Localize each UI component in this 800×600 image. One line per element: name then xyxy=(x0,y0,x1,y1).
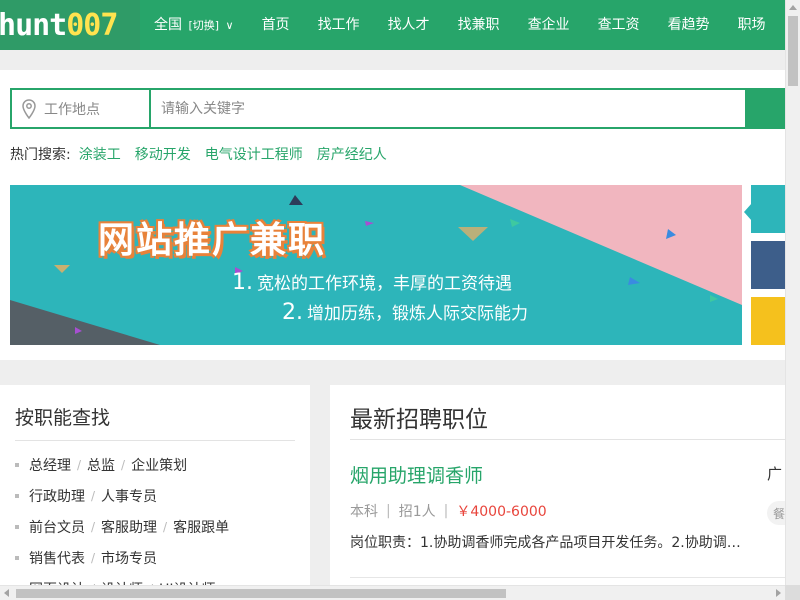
search-panel: 工作地点 热门搜索: 涂装工 移动开发 电气设计工程师 房产经纪人 网站推广兼职… xyxy=(0,70,785,360)
banner-thumbnails xyxy=(751,185,785,350)
banner-thumbnail[interactable] xyxy=(751,185,785,233)
location-field[interactable]: 工作地点 xyxy=(12,90,151,127)
hot-search-link[interactable]: 电气设计工程师 xyxy=(205,144,303,164)
category-link[interactable]: 客服助理 xyxy=(101,517,157,537)
location-placeholder: 工作地点 xyxy=(44,101,100,118)
job-meta: 本科 | 招1人 | ￥4000-6000 xyxy=(350,503,547,520)
job-company-location: 广 xyxy=(767,465,783,483)
banner-point-2: 2. 增加历练，锻炼人际交际能力 xyxy=(282,300,528,325)
city-label: 全国 xyxy=(154,16,182,33)
nav-item-part-time[interactable]: 找兼职 xyxy=(444,0,514,50)
site-logo[interactable]: hunt007 xyxy=(0,0,140,50)
vertical-scrollbar[interactable] xyxy=(785,0,800,585)
bullet-icon xyxy=(15,524,19,529)
city-switch-link[interactable]: [切换] xyxy=(188,19,219,32)
logo-text: hunt007 xyxy=(0,8,118,43)
nav-item-find-talent[interactable]: 找人才 xyxy=(374,0,444,50)
job-description: 岗位职责：1.协助调香师完成各产品项目开发任务。2.协助调香师完成各产品项目开发… xyxy=(350,535,750,551)
latest-jobs-panel: 最新招聘职位 烟用助理调香师 广 本科 | 招1人 | ￥4000-6000 餐… xyxy=(330,385,785,585)
search-button[interactable] xyxy=(747,88,785,129)
top-nav-bar: hunt007 全国 [切换] ∨ 首页 找工作 找人才 找兼职 查企业 查工资… xyxy=(0,0,786,50)
bullet-icon xyxy=(15,493,19,498)
job-salary: ￥4000-6000 xyxy=(456,504,547,520)
scrollbar-corner xyxy=(785,585,800,600)
category-row: 前台文员 / 客服助理 / 客服跟单 xyxy=(15,511,229,542)
category-panel: 按职能查找 总经理 / 总监 / 企业策划 行政助理 / 人事专员 前台文员 /… xyxy=(0,385,310,598)
category-row: 行政助理 / 人事专员 xyxy=(15,480,229,511)
scroll-right-icon[interactable] xyxy=(776,589,781,597)
nav-item-workplace[interactable]: 职场 xyxy=(724,0,780,50)
banner-point-1: 1. 宽松的工作环境，丰厚的工资待遇 xyxy=(232,270,512,295)
divider xyxy=(15,440,295,441)
scroll-left-icon[interactable] xyxy=(4,589,9,597)
job-education: 本科 xyxy=(350,504,378,520)
hot-search-link[interactable]: 移动开发 xyxy=(135,144,191,164)
horizontal-scroll-thumb[interactable] xyxy=(16,589,506,598)
search-box: 工作地点 xyxy=(10,88,747,129)
category-list: 总经理 / 总监 / 企业策划 行政助理 / 人事专员 前台文员 / 客服助理 … xyxy=(15,449,229,600)
nav-item-companies[interactable]: 查企业 xyxy=(514,0,584,50)
category-link[interactable]: 前台文员 xyxy=(29,517,85,537)
hot-searches-label: 热门搜索: xyxy=(10,147,71,163)
hot-search-link[interactable]: 涂装工 xyxy=(79,144,121,164)
city-selector[interactable]: 全国 [切换] ∨ xyxy=(140,0,248,50)
latest-jobs-title: 最新招聘职位 xyxy=(350,407,488,433)
category-link[interactable]: 总监 xyxy=(87,455,115,475)
category-link[interactable]: 销售代表 xyxy=(29,548,85,568)
vertical-scroll-thumb[interactable] xyxy=(788,16,798,86)
bullet-icon xyxy=(15,462,19,467)
banner-thumbnail[interactable] xyxy=(751,297,785,345)
job-headcount: 招1人 xyxy=(398,504,436,520)
banner-title: 网站推广兼职 xyxy=(98,220,327,261)
location-pin-icon xyxy=(22,98,36,119)
main-nav: 全国 [切换] ∨ 首页 找工作 找人才 找兼职 查企业 查工资 看趋势 职场 xyxy=(140,0,780,50)
divider xyxy=(350,439,785,440)
promo-banner[interactable]: 网站推广兼职 1. 宽松的工作环境，丰厚的工资待遇 2. 增加历练，锻炼人际交际能力 xyxy=(10,185,742,345)
category-row: 销售代表 / 市场专员 xyxy=(15,542,229,573)
nav-item-salary[interactable]: 查工资 xyxy=(584,0,654,50)
category-link[interactable]: 市场专员 xyxy=(101,548,157,568)
nav-item-trends[interactable]: 看趋势 xyxy=(654,0,724,50)
chevron-down-icon: ∨ xyxy=(225,18,234,32)
category-link[interactable]: 行政助理 xyxy=(29,486,85,506)
divider xyxy=(350,577,785,578)
nav-item-home[interactable]: 首页 xyxy=(248,0,304,50)
keyword-search-input[interactable] xyxy=(151,90,745,127)
nav-item-find-job[interactable]: 找工作 xyxy=(304,0,374,50)
bullet-icon xyxy=(15,555,19,560)
job-title-link[interactable]: 烟用助理调香师 xyxy=(350,461,483,488)
scroll-up-icon[interactable] xyxy=(789,5,797,10)
category-row: 总经理 / 总监 / 企业策划 xyxy=(15,449,229,480)
category-link[interactable]: 人事专员 xyxy=(101,486,157,506)
category-panel-title: 按职能查找 xyxy=(15,407,111,429)
category-link[interactable]: 企业策划 xyxy=(131,455,187,475)
hot-searches: 热门搜索: 涂装工 移动开发 电气设计工程师 房产经纪人 xyxy=(10,144,401,164)
hot-search-link[interactable]: 房产经纪人 xyxy=(317,144,387,164)
category-link[interactable]: 客服跟单 xyxy=(173,517,229,537)
job-tag-badge: 餐 xyxy=(767,501,785,525)
horizontal-scrollbar[interactable] xyxy=(0,585,785,600)
category-link[interactable]: 总经理 xyxy=(29,455,71,475)
banner-thumbnail[interactable] xyxy=(751,241,785,289)
